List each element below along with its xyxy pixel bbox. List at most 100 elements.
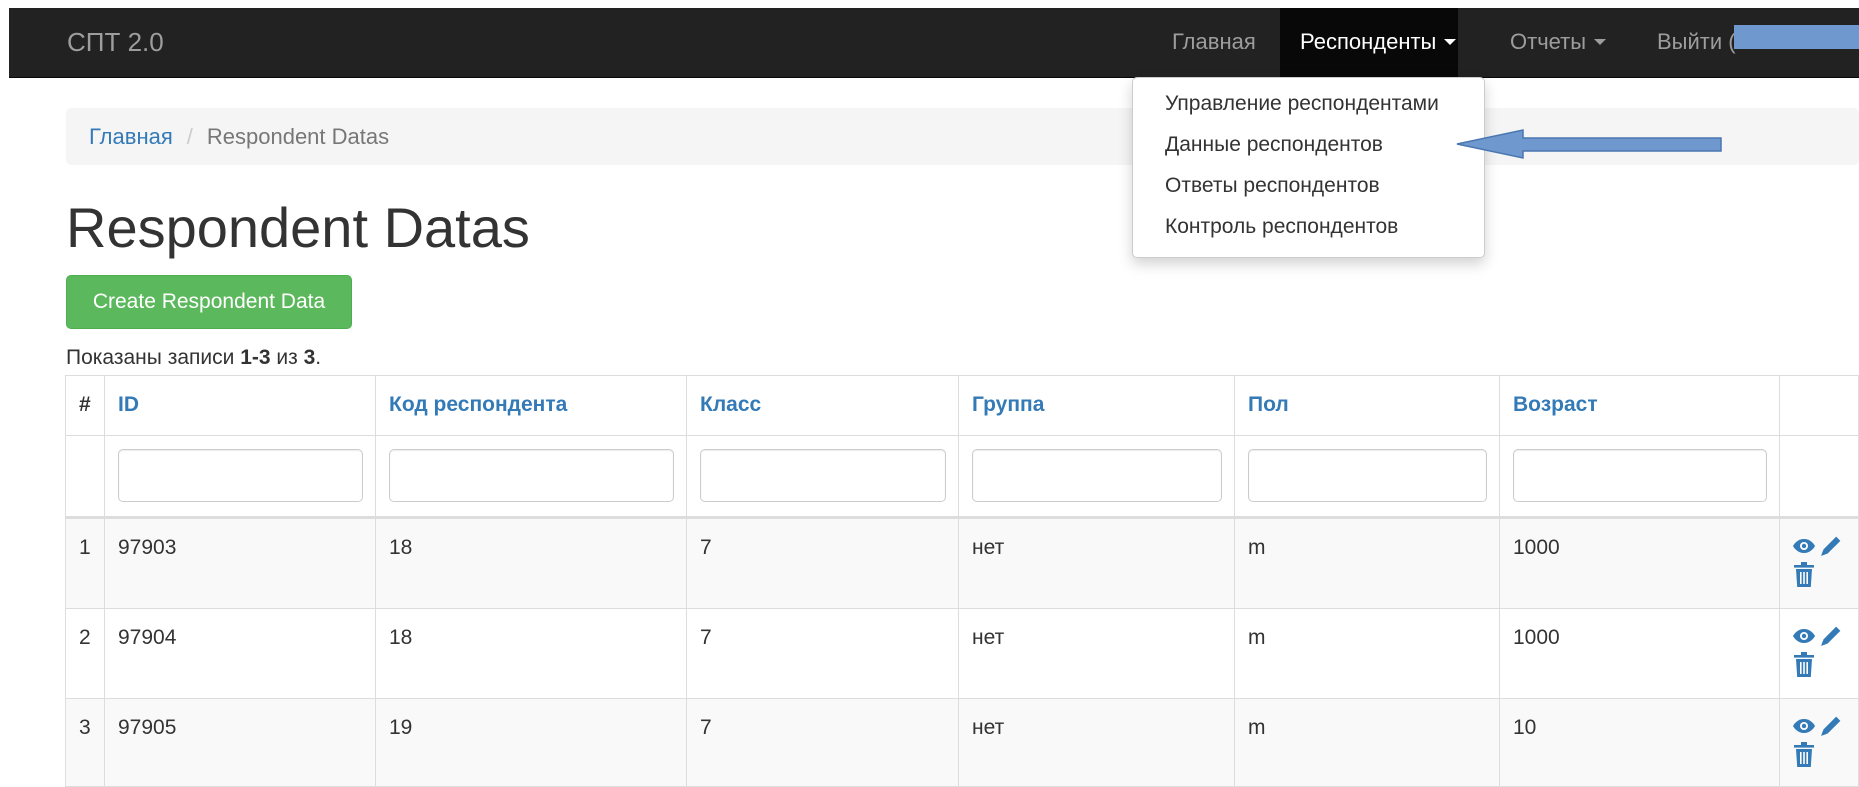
caret-down-icon: [1594, 38, 1607, 45]
summary-range: 1-3: [240, 346, 271, 369]
table-cell: 97903: [104, 518, 376, 609]
cell-class: 7: [700, 536, 712, 559]
table-cell: нет: [958, 518, 1235, 609]
header-cell-group: Группа: [958, 375, 1235, 436]
actions-cell: [1779, 698, 1859, 787]
sort-link-group[interactable]: Группа: [972, 393, 1044, 417]
nav-reports-label: Отчеты: [1510, 29, 1587, 54]
table-cell: 10: [1499, 698, 1780, 787]
summary-middle: из: [270, 346, 304, 369]
table-cell: 1: [65, 518, 105, 609]
filter-input-id[interactable]: [118, 449, 363, 502]
brand-logo[interactable]: СПТ 2.0: [67, 8, 164, 78]
breadcrumb-separator: /: [186, 124, 193, 149]
cell-code: 18: [389, 536, 413, 559]
table-cell: 7: [686, 518, 959, 609]
cell-gender: m: [1248, 716, 1266, 739]
redacted-username: [1734, 25, 1859, 49]
header-cell-num: #: [65, 375, 105, 436]
filter-input-age[interactable]: [1513, 449, 1767, 502]
trash-icon[interactable]: [1793, 562, 1815, 588]
eye-icon[interactable]: [1792, 534, 1816, 558]
menu-item-manage-respondents[interactable]: Управление респондентами: [1165, 89, 1439, 119]
table-cell: m: [1234, 518, 1500, 609]
cell-age: 1000: [1513, 626, 1560, 649]
nav-reports-dropdown[interactable]: Отчеты: [1510, 8, 1607, 77]
filter-cell-gender: [1234, 435, 1500, 518]
filter-input-group[interactable]: [972, 449, 1222, 502]
trash-icon[interactable]: [1793, 652, 1815, 678]
sort-link-id[interactable]: ID: [118, 393, 139, 417]
breadcrumb-current: Respondent Datas: [206, 124, 390, 149]
cell-id: 97904: [118, 626, 177, 649]
pencil-icon[interactable]: [1819, 713, 1844, 738]
header-cell-gender: Пол: [1234, 375, 1500, 436]
row-number: 1: [79, 536, 91, 559]
cell-group: нет: [972, 716, 1005, 739]
breadcrumb-home-link[interactable]: Главная: [89, 124, 173, 149]
trash-icon[interactable]: [1793, 742, 1815, 768]
cell-group: нет: [972, 536, 1005, 559]
table-cell: нет: [958, 698, 1235, 787]
table-cell: 19: [375, 698, 687, 787]
table-cell: 1000: [1499, 608, 1780, 699]
navbar: СПТ 2.0 Главная Респонденты Отчеты Выйти…: [9, 8, 1859, 78]
filter-input-gender[interactable]: [1248, 449, 1487, 502]
sort-link-gender[interactable]: Пол: [1248, 393, 1289, 417]
filter-cell-num: [65, 435, 105, 518]
sort-link-age[interactable]: Возраст: [1513, 393, 1598, 417]
menu-item-respondent-control[interactable]: Контроль респондентов: [1165, 212, 1398, 242]
cell-gender: m: [1248, 626, 1266, 649]
nav-respondents-dropdown[interactable]: Респонденты: [1280, 8, 1458, 77]
arrow-left-icon: [1456, 129, 1722, 159]
summary-prefix: Показаны записи: [66, 346, 241, 369]
create-respondent-data-button[interactable]: Create Respondent Data: [66, 275, 352, 329]
cell-group: нет: [972, 626, 1005, 649]
header-cell-id: ID: [104, 375, 376, 436]
records-summary: Показаны записи 1-3 из 3.: [66, 345, 321, 371]
caret-down-icon: [1444, 38, 1457, 45]
table-cell: нет: [958, 608, 1235, 699]
sort-link-class[interactable]: Класс: [700, 393, 761, 417]
respondents-dropdown-menu: Управление респондентами Данные респонде…: [1132, 77, 1485, 258]
cell-age: 1000: [1513, 536, 1560, 559]
table-cell: 2: [65, 608, 105, 699]
eye-icon[interactable]: [1792, 714, 1816, 738]
cell-class: 7: [700, 716, 712, 739]
table-cell: m: [1234, 698, 1500, 787]
eye-icon[interactable]: [1792, 624, 1816, 648]
header-cell-actions: [1779, 375, 1859, 436]
nav-home[interactable]: Главная: [1172, 8, 1256, 77]
row-number: 2: [79, 626, 91, 649]
row-number: 3: [79, 716, 91, 739]
cell-class: 7: [700, 626, 712, 649]
table-cell: 1000: [1499, 518, 1780, 609]
header-cell-class: Класс: [686, 375, 959, 436]
table-cell: 3: [65, 698, 105, 787]
cell-id: 97905: [118, 716, 177, 739]
table-cell: 18: [375, 518, 687, 609]
menu-item-respondent-data[interactable]: Данные респондентов: [1165, 130, 1383, 160]
summary-suffix: .: [315, 346, 322, 369]
nav-home-label: Главная: [1172, 29, 1256, 54]
cell-gender: m: [1248, 536, 1266, 559]
table-cell: 97905: [104, 698, 376, 787]
filter-input-class[interactable]: [700, 449, 946, 502]
pencil-icon[interactable]: [1819, 533, 1844, 558]
menu-item-respondent-answers[interactable]: Ответы респондентов: [1165, 171, 1380, 201]
filter-input-code[interactable]: [389, 449, 674, 502]
filter-cell-class: [686, 435, 959, 518]
cell-code: 19: [389, 716, 413, 739]
nav-logout[interactable]: Выйти (: [1657, 8, 1736, 77]
header-cell-age: Возраст: [1499, 375, 1780, 436]
sort-link-code[interactable]: Код респондента: [389, 393, 567, 417]
header-num: #: [79, 393, 91, 416]
pencil-icon[interactable]: [1819, 623, 1844, 648]
header-cell-code: Код респондента: [375, 375, 687, 436]
table-cell: 18: [375, 608, 687, 699]
actions-cell: [1779, 608, 1859, 699]
nav-respondents-label: Респонденты: [1300, 29, 1437, 54]
table-cell: m: [1234, 608, 1500, 699]
cell-code: 18: [389, 626, 413, 649]
summary-total: 3: [303, 346, 316, 369]
